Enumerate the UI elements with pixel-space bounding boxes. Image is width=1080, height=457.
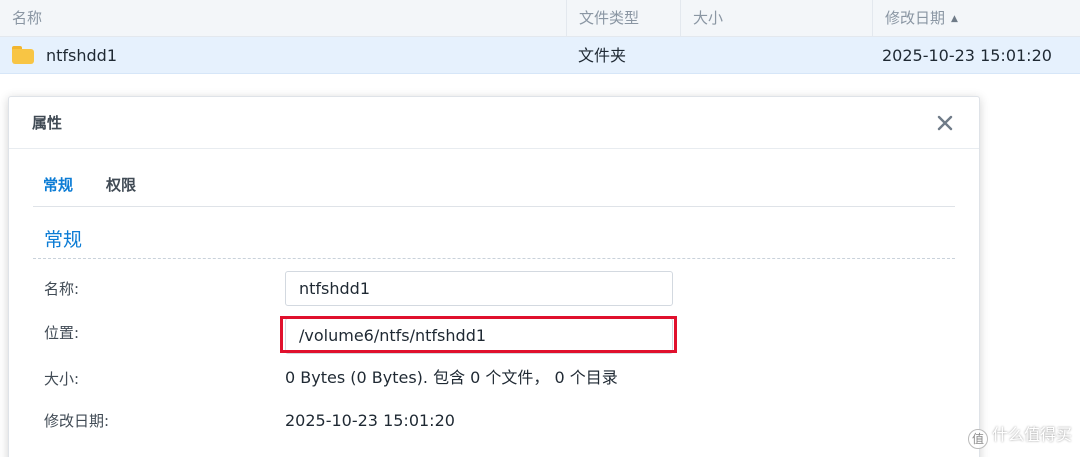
watermark-text: 什么值得买 [991,425,1072,444]
dialog-tabs: 常规 权限 [33,163,955,207]
column-header-name[interactable]: 名称 [0,0,566,37]
close-button[interactable] [933,111,957,135]
file-row-name: ntfshdd1 [46,46,118,65]
tab-permissions[interactable]: 权限 [106,163,136,207]
size-label: 大小: [44,370,80,388]
folder-icon [12,46,34,64]
watermark: 值什么值得买 [967,424,1072,449]
name-field[interactable] [285,271,673,306]
section-title-general: 常规 [44,229,83,251]
location-field[interactable]: /volume6/ntfs/ntfshdd1 [285,318,673,354]
watermark-logo-icon: 值 [967,429,988,449]
close-icon [937,115,953,131]
column-header-modified[interactable]: 修改日期 ▲ [872,0,1080,37]
file-list: 名称 文件类型 大小 修改日期 ▲ ntfshdd1 文件夹 2025-10-23… [0,0,1080,74]
file-row-type: 文件夹 [578,46,627,65]
location-label: 位置: [44,324,80,342]
file-row-modified: 2025-10-23 15:01:20 [882,46,1052,65]
dialog-titlebar[interactable]: 属性 [9,97,979,149]
properties-dialog: 属性 常规 权限 常规 名称: 位置: /volume6/ntfs/ntfshd… [8,96,980,457]
file-list-header: 名称 文件类型 大小 修改日期 ▲ [0,0,1080,37]
modified-label: 修改日期: [44,412,110,430]
column-header-size[interactable]: 大小 [680,0,872,37]
file-row[interactable]: ntfshdd1 文件夹 2025-10-23 15:01:20 [0,37,1080,74]
name-label: 名称: [44,280,80,298]
column-header-type[interactable]: 文件类型 [566,0,680,37]
size-value: 0 Bytes (0 Bytes). 包含 0 个文件， 0 个目录 [285,368,618,387]
modified-value: 2025-10-23 15:01:20 [285,411,455,430]
sort-ascending-icon: ▲ [951,14,958,24]
tab-general[interactable]: 常规 [43,163,73,207]
dialog-title: 属性 [32,114,63,132]
section-divider [33,258,955,259]
column-header-modified-label: 修改日期 [885,9,946,27]
